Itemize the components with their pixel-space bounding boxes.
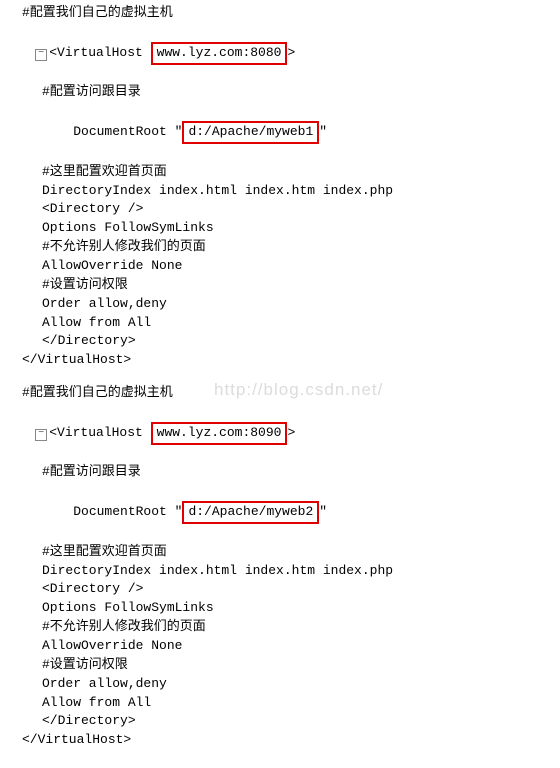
comment-title: #配置我们自己的虚拟主机 xyxy=(4,384,556,403)
directory-close: </Directory> xyxy=(4,332,556,351)
order: Order allow,deny xyxy=(4,675,556,694)
directory-index: DirectoryIndex index.html index.htm inde… xyxy=(4,182,556,201)
docroot-prefix: DocumentRoot " xyxy=(73,124,182,139)
vhost-domain-box: www.lyz.com:8090 xyxy=(151,422,288,445)
comment-welcome: #这里配置欢迎首页面 xyxy=(4,543,556,562)
allowoverride: AllowOverride None xyxy=(4,257,556,276)
comment-root: #配置访问跟目录 xyxy=(4,463,556,482)
comment-perm: #设置访问权限 xyxy=(4,656,556,675)
allow: Allow from All xyxy=(4,314,556,333)
vhost-open-prefix: <VirtualHost xyxy=(49,45,150,60)
directory-close: </Directory> xyxy=(4,712,556,731)
comment-title: #配置我们自己的虚拟主机 xyxy=(4,4,556,23)
docroot-path-box: d:/Apache/myweb1 xyxy=(182,121,319,144)
vhost-open-suffix: > xyxy=(287,45,295,60)
directory-index: DirectoryIndex index.html index.htm inde… xyxy=(4,562,556,581)
docroot-path-box: d:/Apache/myweb2 xyxy=(182,501,319,524)
allowoverride: AllowOverride None xyxy=(4,637,556,656)
docroot-line: DocumentRoot "d:/Apache/myweb1" xyxy=(4,102,556,163)
vhost-block-2: http://blog.csdn.net/ #配置我们自己的虚拟主机 −<Vir… xyxy=(4,384,556,750)
comment-root: #配置访问跟目录 xyxy=(4,83,556,102)
directory-open: <Directory /> xyxy=(4,580,556,599)
fold-icon[interactable]: − xyxy=(35,49,47,61)
comment-welcome: #这里配置欢迎首页面 xyxy=(4,163,556,182)
vhost-domain-box: www.lyz.com:8080 xyxy=(151,42,288,65)
options: Options FollowSymLinks xyxy=(4,599,556,618)
fold-icon[interactable]: − xyxy=(35,429,47,441)
docroot-suffix: " xyxy=(319,504,327,519)
docroot-line: DocumentRoot "d:/Apache/myweb2" xyxy=(4,482,556,543)
docroot-prefix: DocumentRoot " xyxy=(73,504,182,519)
comment-noedit: #不允许别人修改我们的页面 xyxy=(4,618,556,637)
options: Options FollowSymLinks xyxy=(4,219,556,238)
vhost-close: </VirtualHost> xyxy=(4,731,556,750)
vhost-open-suffix: > xyxy=(287,425,295,440)
order: Order allow,deny xyxy=(4,295,556,314)
comment-perm: #设置访问权限 xyxy=(4,276,556,295)
vhost-close: </VirtualHost> xyxy=(4,351,556,370)
vhost-open-line: −<VirtualHost www.lyz.com:8090> xyxy=(4,403,556,464)
comment-noedit: #不允许别人修改我们的页面 xyxy=(4,238,556,257)
vhost-block-1: #配置我们自己的虚拟主机 −<VirtualHost www.lyz.com:8… xyxy=(4,4,556,370)
docroot-suffix: " xyxy=(319,124,327,139)
allow: Allow from All xyxy=(4,694,556,713)
vhost-open-prefix: <VirtualHost xyxy=(49,425,150,440)
directory-open: <Directory /> xyxy=(4,200,556,219)
vhost-open-line: −<VirtualHost www.lyz.com:8080> xyxy=(4,23,556,84)
